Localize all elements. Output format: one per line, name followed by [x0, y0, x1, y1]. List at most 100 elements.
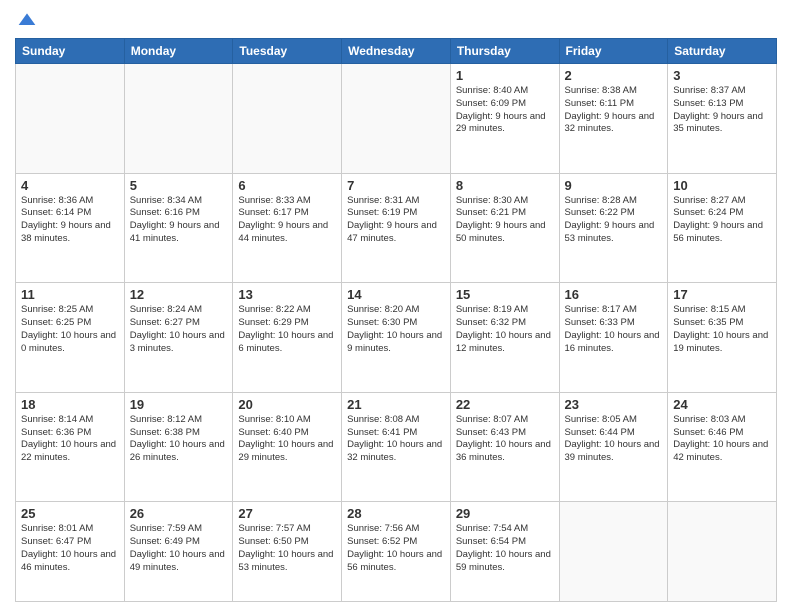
calendar-cell: [559, 502, 668, 602]
day-info: Sunrise: 8:38 AM Sunset: 6:11 PM Dayligh…: [565, 85, 663, 136]
day-number: 7: [347, 178, 445, 193]
calendar-cell: 19 Sunrise: 8:12 AM Sunset: 6:38 PM Dayli…: [124, 392, 233, 502]
day-number: 19: [130, 397, 228, 412]
day-info: Sunrise: 7:56 AM Sunset: 6:52 PM Dayligh…: [347, 523, 445, 574]
day-number: 8: [456, 178, 554, 193]
calendar-cell: 27 Sunrise: 7:57 AM Sunset: 6:50 PM Dayli…: [233, 502, 342, 602]
calendar-cell: 6 Sunrise: 8:33 AM Sunset: 6:17 PM Daylig…: [233, 173, 342, 283]
day-info: Sunrise: 8:08 AM Sunset: 6:41 PM Dayligh…: [347, 414, 445, 465]
day-info: Sunrise: 8:27 AM Sunset: 6:24 PM Dayligh…: [673, 195, 771, 246]
day-number: 18: [21, 397, 119, 412]
calendar-cell: 9Sunrise: 8:28 AM Sunset: 6:22 PM Daylig…: [559, 173, 668, 283]
day-info: Sunrise: 8:31 AM Sunset: 6:19 PM Dayligh…: [347, 195, 445, 246]
day-header-tuesday: Tuesday: [233, 39, 342, 64]
day-info: Sunrise: 8:17 AM Sunset: 6:33 PM Dayligh…: [565, 304, 663, 355]
day-info: Sunrise: 8:33 AM Sunset: 6:17 PM Dayligh…: [238, 195, 336, 246]
day-number: 23: [565, 397, 663, 412]
day-header-thursday: Thursday: [450, 39, 559, 64]
day-number: 1: [456, 68, 554, 83]
day-info: Sunrise: 8:34 AM Sunset: 6:16 PM Dayligh…: [130, 195, 228, 246]
day-info: Sunrise: 8:14 AM Sunset: 6:36 PM Dayligh…: [21, 414, 119, 465]
day-number: 13: [238, 287, 336, 302]
calendar-cell: [233, 64, 342, 174]
calendar-cell: 14 Sunrise: 8:20 AM Sunset: 6:30 PM Dayli…: [342, 283, 451, 393]
day-number: 24: [673, 397, 771, 412]
day-number: 3: [673, 68, 771, 83]
calendar-cell: 24 Sunrise: 8:03 AM Sunset: 6:46 PM Dayli…: [668, 392, 777, 502]
day-number: 11: [21, 287, 119, 302]
day-header-friday: Friday: [559, 39, 668, 64]
day-header-sunday: Sunday: [16, 39, 125, 64]
calendar-cell: 28Sunrise: 7:56 AM Sunset: 6:52 PM Dayli…: [342, 502, 451, 602]
day-info: Sunrise: 8:24 AM Sunset: 6:27 PM Dayligh…: [130, 304, 228, 355]
calendar-cell: 11Sunrise: 8:25 AM Sunset: 6:25 PM Dayli…: [16, 283, 125, 393]
day-info: Sunrise: 8:20 AM Sunset: 6:30 PM Dayligh…: [347, 304, 445, 355]
day-number: 26: [130, 506, 228, 521]
calendar-week-4: 18 Sunrise: 8:14 AM Sunset: 6:36 PM Dayli…: [16, 392, 777, 502]
day-number: 17: [673, 287, 771, 302]
calendar-week-5: 25 Sunrise: 8:01 AM Sunset: 6:47 PM Dayli…: [16, 502, 777, 602]
calendar-week-2: 4 Sunrise: 8:36 AM Sunset: 6:14 PM Daylig…: [16, 173, 777, 283]
day-number: 14: [347, 287, 445, 302]
day-info: Sunrise: 7:54 AM Sunset: 6:54 PM Dayligh…: [456, 523, 554, 574]
day-number: 9: [565, 178, 663, 193]
day-info: Sunrise: 8:03 AM Sunset: 6:46 PM Dayligh…: [673, 414, 771, 465]
day-info: Sunrise: 8:05 AM Sunset: 6:44 PM Dayligh…: [565, 414, 663, 465]
day-info: Sunrise: 8:15 AM Sunset: 6:35 PM Dayligh…: [673, 304, 771, 355]
calendar-cell: 17 Sunrise: 8:15 AM Sunset: 6:35 PM Dayli…: [668, 283, 777, 393]
day-number: 29: [456, 506, 554, 521]
calendar-cell: 8 Sunrise: 8:30 AM Sunset: 6:21 PM Daylig…: [450, 173, 559, 283]
calendar-cell: 15 Sunrise: 8:19 AM Sunset: 6:32 PM Dayli…: [450, 283, 559, 393]
day-number: 10: [673, 178, 771, 193]
day-number: 22: [456, 397, 554, 412]
calendar-cell: 18 Sunrise: 8:14 AM Sunset: 6:36 PM Dayli…: [16, 392, 125, 502]
day-number: 5: [130, 178, 228, 193]
day-number: 27: [238, 506, 336, 521]
calendar-cell: 29 Sunrise: 7:54 AM Sunset: 6:54 PM Dayli…: [450, 502, 559, 602]
day-number: 4: [21, 178, 119, 193]
day-info: Sunrise: 8:30 AM Sunset: 6:21 PM Dayligh…: [456, 195, 554, 246]
calendar-cell: [342, 64, 451, 174]
day-info: Sunrise: 8:01 AM Sunset: 6:47 PM Dayligh…: [21, 523, 119, 574]
calendar-cell: 10 Sunrise: 8:27 AM Sunset: 6:24 PM Dayli…: [668, 173, 777, 283]
day-header-saturday: Saturday: [668, 39, 777, 64]
logo: [15, 10, 37, 30]
day-info: Sunrise: 8:36 AM Sunset: 6:14 PM Dayligh…: [21, 195, 119, 246]
calendar-cell: 13 Sunrise: 8:22 AM Sunset: 6:29 PM Dayli…: [233, 283, 342, 393]
calendar-cell: 26 Sunrise: 7:59 AM Sunset: 6:49 PM Dayli…: [124, 502, 233, 602]
calendar-week-3: 11Sunrise: 8:25 AM Sunset: 6:25 PM Dayli…: [16, 283, 777, 393]
day-info: Sunrise: 7:57 AM Sunset: 6:50 PM Dayligh…: [238, 523, 336, 574]
day-number: 6: [238, 178, 336, 193]
day-info: Sunrise: 7:59 AM Sunset: 6:49 PM Dayligh…: [130, 523, 228, 574]
calendar-cell: [16, 64, 125, 174]
calendar-cell: [668, 502, 777, 602]
calendar-cell: 25 Sunrise: 8:01 AM Sunset: 6:47 PM Dayli…: [16, 502, 125, 602]
calendar-cell: 5 Sunrise: 8:34 AM Sunset: 6:16 PM Daylig…: [124, 173, 233, 283]
day-number: 21: [347, 397, 445, 412]
day-number: 15: [456, 287, 554, 302]
calendar-cell: [124, 64, 233, 174]
day-header-wednesday: Wednesday: [342, 39, 451, 64]
day-info: Sunrise: 8:22 AM Sunset: 6:29 PM Dayligh…: [238, 304, 336, 355]
day-info: Sunrise: 8:10 AM Sunset: 6:40 PM Dayligh…: [238, 414, 336, 465]
day-info: Sunrise: 8:40 AM Sunset: 6:09 PM Dayligh…: [456, 85, 554, 136]
calendar-cell: 4 Sunrise: 8:36 AM Sunset: 6:14 PM Daylig…: [16, 173, 125, 283]
day-info: Sunrise: 8:19 AM Sunset: 6:32 PM Dayligh…: [456, 304, 554, 355]
day-number: 12: [130, 287, 228, 302]
calendar-header-row: SundayMondayTuesdayWednesdayThursdayFrid…: [16, 39, 777, 64]
calendar-cell: 16Sunrise: 8:17 AM Sunset: 6:33 PM Dayli…: [559, 283, 668, 393]
day-header-monday: Monday: [124, 39, 233, 64]
calendar-cell: 12 Sunrise: 8:24 AM Sunset: 6:27 PM Dayli…: [124, 283, 233, 393]
calendar-cell: 21 Sunrise: 8:08 AM Sunset: 6:41 PM Dayli…: [342, 392, 451, 502]
day-number: 20: [238, 397, 336, 412]
calendar-week-1: 1 Sunrise: 8:40 AM Sunset: 6:09 PM Daylig…: [16, 64, 777, 174]
day-number: 25: [21, 506, 119, 521]
page-header: [15, 10, 777, 30]
calendar-cell: 22Sunrise: 8:07 AM Sunset: 6:43 PM Dayli…: [450, 392, 559, 502]
logo-icon: [17, 10, 37, 30]
calendar-cell: 7 Sunrise: 8:31 AM Sunset: 6:19 PM Daylig…: [342, 173, 451, 283]
calendar-table: SundayMondayTuesdayWednesdayThursdayFrid…: [15, 38, 777, 602]
day-info: Sunrise: 8:37 AM Sunset: 6:13 PM Dayligh…: [673, 85, 771, 136]
day-info: Sunrise: 8:12 AM Sunset: 6:38 PM Dayligh…: [130, 414, 228, 465]
calendar-cell: 2Sunrise: 8:38 AM Sunset: 6:11 PM Daylig…: [559, 64, 668, 174]
